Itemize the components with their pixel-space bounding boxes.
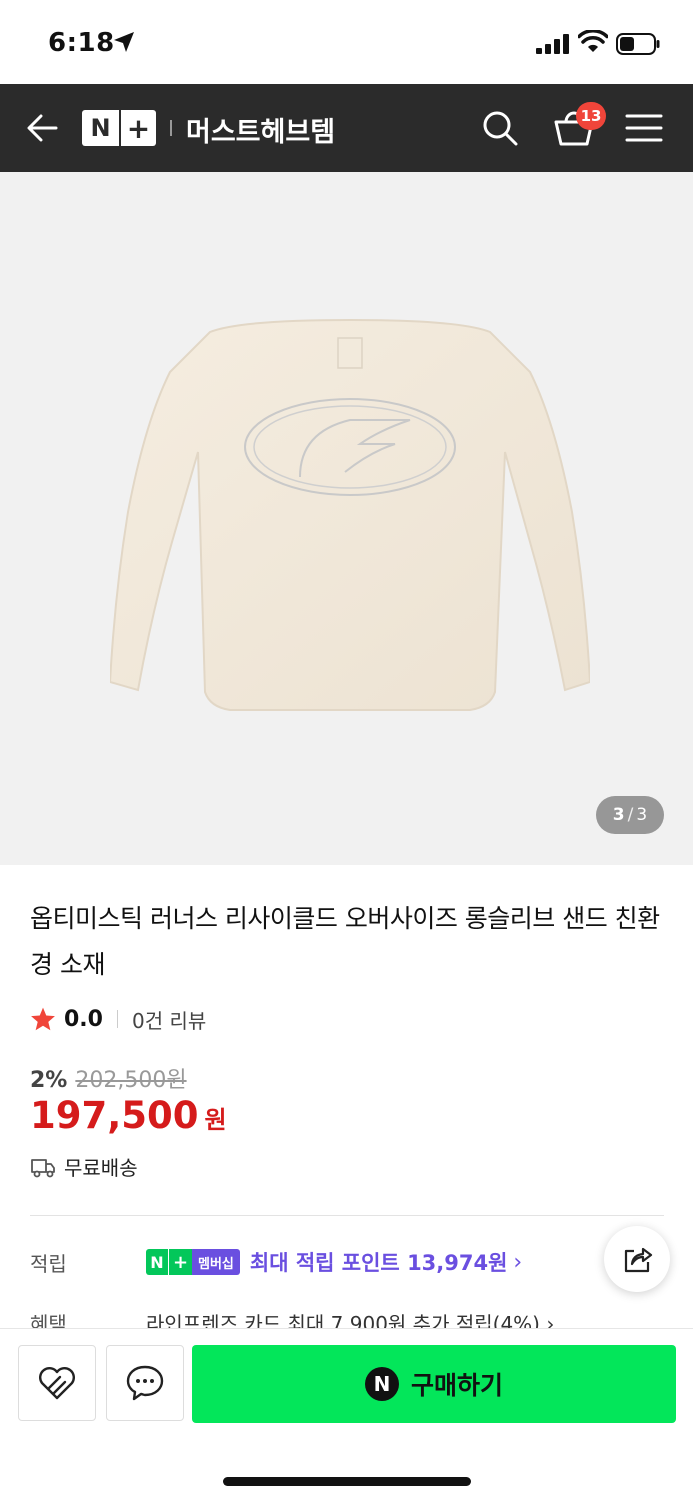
gallery-page-indicator: 3 / 3	[596, 796, 664, 834]
store-name[interactable]: 머스트헤브템	[186, 110, 335, 149]
membership-badge-text: 멤버십	[192, 1249, 240, 1275]
section-divider	[30, 1215, 664, 1216]
logo-n: N	[90, 114, 111, 142]
membership-badge: N + 멤버십	[146, 1249, 240, 1275]
benefit-text: 라인프렌즈 카드 최대 7,900원 추가 적립(4%) ›	[146, 1312, 555, 1328]
sale-price: 197,500	[30, 1094, 199, 1137]
star-icon	[31, 1007, 55, 1031]
chevron-right-icon: ›	[513, 1249, 523, 1275]
discount-row: 2% 202,500원	[30, 1062, 187, 1094]
status-time: 6:18	[48, 28, 115, 58]
product-image-gallery[interactable]: 3 / 3	[0, 172, 693, 865]
cart-count-badge: 13	[576, 102, 606, 130]
total-pages: 3	[636, 805, 648, 825]
talk-button[interactable]	[106, 1345, 184, 1421]
membership-badge-plus: +	[168, 1249, 192, 1275]
back-arrow-icon[interactable]	[22, 108, 62, 148]
rating-row[interactable]: 0.0 0건 리뷰	[30, 1004, 206, 1034]
home-indicator[interactable]	[223, 1477, 471, 1486]
product-image	[110, 318, 590, 711]
benefit-label: 혜택	[30, 1312, 67, 1328]
menu-icon[interactable]	[624, 110, 664, 146]
benefit-row[interactable]: 혜택 라인프렌즈 카드 최대 7,900원 추가 적립(4%) ›	[0, 1300, 693, 1328]
membership-badge-n: N	[146, 1249, 168, 1275]
chat-bubble-icon	[126, 1365, 164, 1401]
price-unit: 원	[204, 1106, 227, 1134]
search-icon[interactable]	[480, 108, 520, 148]
logo-plus: +	[119, 110, 156, 146]
header-divider	[170, 120, 172, 136]
rating-score: 0.0	[64, 1006, 103, 1032]
buy-button-label: 구매하기	[410, 1371, 503, 1400]
product-title: 옵티미스틱 러너스 리사이클드 오버사이즈 롱슬리브 샌드 친환경 소재	[30, 904, 660, 979]
review-count[interactable]: 0건 리뷰	[132, 1005, 206, 1034]
heart-icon	[39, 1367, 75, 1400]
points-row[interactable]: N + 멤버십 최대 적립 포인트 13,974원 ›	[146, 1246, 522, 1278]
points-label: 적립	[30, 1252, 67, 1276]
share-icon	[624, 1247, 653, 1273]
cellular-signal-icon	[536, 34, 569, 54]
shipping-text: 무료배송	[64, 1156, 138, 1180]
truck-icon	[31, 1158, 55, 1177]
status-bar: 6:18	[0, 0, 693, 84]
discount-rate: 2%	[30, 1068, 68, 1093]
battery-icon	[616, 33, 660, 55]
page-separator: /	[627, 805, 634, 825]
naver-plus-logo[interactable]: N +	[82, 110, 156, 146]
share-button[interactable]	[604, 1226, 670, 1292]
wishlist-button[interactable]	[18, 1345, 96, 1421]
naver-n-icon: N	[364, 1367, 399, 1401]
max-points-text: 최대 적립 포인트 13,974원	[249, 1251, 508, 1275]
rating-divider	[116, 1010, 118, 1028]
original-price: 202,500원	[75, 1068, 187, 1093]
price-row: 197,500 원	[30, 1094, 227, 1137]
buy-button[interactable]: N 구매하기	[192, 1345, 676, 1423]
location-arrow-icon	[114, 32, 134, 52]
shipping-row: 무료배송	[30, 1152, 138, 1181]
wifi-icon	[578, 30, 608, 52]
current-page: 3	[612, 805, 625, 825]
bottom-action-bar: N 구매하기	[0, 1328, 693, 1500]
